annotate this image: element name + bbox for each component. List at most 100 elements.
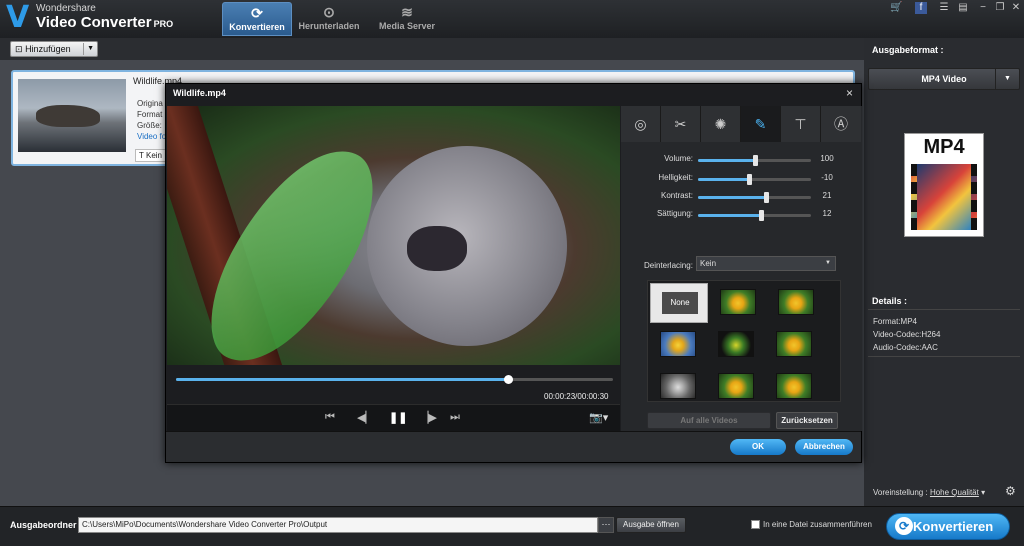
deinterlacing-value: Kein (700, 259, 717, 268)
tab-label: Herunterladen (298, 21, 360, 31)
seek-progress (176, 378, 509, 381)
magic-wand-icon[interactable]: ✎ (741, 106, 781, 142)
chevron-down-icon: ▼ (995, 69, 1019, 89)
tab-konvertieren[interactable]: ⟳ Konvertieren (222, 2, 292, 36)
effect-thumbnail[interactable] (718, 373, 754, 399)
chevron-down-icon[interactable]: ▼ (87, 42, 94, 56)
effect-thumbnail[interactable] (660, 331, 696, 357)
detail-audio-codec: Audio-Codec:AAC (873, 343, 938, 352)
detail-format: Format:MP4 (873, 317, 918, 326)
merge-checkbox[interactable] (751, 520, 760, 529)
playback-controls: ⏮ ◀▏ ❚❚ ▕▶ ⏭ 📷▾ (167, 404, 620, 431)
cart-icon[interactable]: 🛒 (890, 2, 902, 14)
open-output-button[interactable]: Ausgabe öffnen (616, 517, 686, 533)
detail-video-codec: Video-Codec:H264 (873, 330, 941, 339)
video-preview[interactable] (167, 106, 620, 365)
menu-icon[interactable]: ☰ (938, 2, 950, 14)
skip-forward-icon[interactable]: ⏭ (450, 411, 460, 424)
effect-thumbnail[interactable] (776, 331, 812, 357)
preset-select[interactable]: Hohe Qualität (930, 488, 979, 497)
divider (868, 356, 1020, 357)
format-thumbnail[interactable]: MP4 (904, 133, 984, 237)
deinterlacing-select[interactable]: Kein ▼ (696, 256, 836, 271)
dialog-title: Wildlife.mp4 (173, 88, 226, 98)
apply-all-button[interactable]: Auf alle Videos (647, 412, 771, 429)
timecode: 00:00:23/00:00:30 (544, 392, 609, 401)
slider-handle[interactable] (759, 210, 765, 221)
seek-bar[interactable] (176, 375, 613, 384)
chevron-down-icon[interactable]: ▾ (979, 488, 985, 497)
skip-back-icon[interactable]: ⏮ (325, 411, 335, 424)
format-thumbnail-label: MP4 (923, 136, 965, 158)
slider-value: 100 (820, 154, 834, 163)
watermark-icon[interactable]: Ⓐ (821, 106, 861, 142)
tab-herunterladen[interactable]: ⊙ Herunterladen (292, 2, 366, 36)
slider-fill (698, 159, 755, 162)
convert-icon: ⟳ (895, 517, 913, 535)
subtitle-icon: T (139, 151, 144, 160)
scissors-icon[interactable]: ✂ (661, 106, 701, 142)
step-back-icon[interactable]: ◀▏ (357, 411, 374, 424)
output-format-select[interactable]: MP4 Video ▼ (868, 68, 1020, 90)
effect-thumbnail[interactable] (720, 289, 756, 315)
slider-value: 21 (822, 191, 832, 200)
convert-label: Konvertieren (913, 519, 994, 534)
slider-handle[interactable] (746, 174, 752, 185)
effect-none[interactable]: None (650, 283, 708, 323)
step-forward-icon[interactable]: ▕▶ (420, 411, 437, 424)
close-window-icon[interactable]: ✕ (1010, 2, 1022, 14)
effect-thumbnail[interactable] (718, 331, 754, 357)
merge-label: In eine Datei zusammenführen (763, 520, 872, 529)
camera-icon[interactable]: 📷▾ (589, 411, 608, 424)
film-strip-icon (911, 164, 977, 230)
facebook-icon[interactable]: f (915, 2, 927, 14)
pause-icon[interactable]: ❚❚ (389, 411, 407, 424)
add-label: Hinzufügen (25, 44, 71, 54)
slider-brightness: Helligkeit: -10 (621, 173, 862, 187)
cancel-button[interactable]: Abbrechen (795, 439, 853, 455)
slider-saturation: Sättigung: 12 (621, 209, 862, 223)
brand-title: Video Converter PRO (36, 14, 173, 31)
slider-handle[interactable] (752, 155, 758, 166)
convert-button[interactable]: ⟳ Konvertieren (886, 513, 1010, 540)
reset-button[interactable]: Zurücksetzen (776, 412, 838, 429)
tab-label: Media Server (378, 21, 436, 31)
wifi-icon: ≋ (401, 4, 413, 20)
ok-button[interactable]: OK (730, 439, 786, 455)
chevron-down-icon: ▼ (825, 260, 831, 266)
close-icon[interactable]: × (846, 86, 853, 100)
browse-button[interactable]: ··· (598, 517, 614, 533)
file-info-line: Größe: (137, 121, 162, 130)
effect-thumbnail[interactable] (660, 373, 696, 399)
slider-track[interactable] (698, 174, 811, 185)
add-files-button[interactable]: ⊡ Hinzufügen ▼ (10, 41, 98, 57)
crop-icon[interactable]: ⊤ (781, 106, 821, 142)
thumbnail-subject (36, 105, 100, 127)
video-thumbnail[interactable] (18, 79, 126, 152)
edit-dialog: Wildlife.mp4 × 00:00:23/00:00:30 ⏮ ◀▏ ❚❚… (165, 83, 862, 463)
subtitle-icon[interactable]: ◎ (621, 106, 661, 142)
dialog-footer: OK Abbrechen (166, 431, 861, 462)
convert-icon: ⟳ (251, 5, 263, 21)
minimize-icon[interactable]: − (977, 2, 989, 14)
slider-track[interactable] (698, 155, 811, 166)
slider-track[interactable] (698, 210, 811, 221)
slider-track[interactable] (698, 192, 811, 203)
brightness-icon[interactable]: ✺ (701, 106, 741, 142)
divider (868, 309, 1020, 310)
slider-fill (698, 196, 766, 199)
preset-label: Voreinstellung : (873, 488, 928, 497)
preview-koala (367, 146, 567, 346)
effect-thumbnail[interactable] (778, 289, 814, 315)
slider-label: Volume: (664, 154, 693, 163)
output-path-field[interactable]: C:\Users\MiPo\Documents\Wondershare Vide… (78, 517, 598, 533)
tab-media-server[interactable]: ≋ Media Server (372, 2, 442, 36)
gear-icon[interactable]: ⚙ (1005, 484, 1016, 498)
slider-handle[interactable] (763, 192, 769, 203)
slider-fill (698, 214, 762, 217)
seek-handle[interactable] (504, 375, 514, 384)
feedback-icon[interactable]: ▤ (957, 2, 969, 14)
effect-thumbnail[interactable] (776, 373, 812, 399)
brand-name: Video Converter (36, 14, 152, 31)
maximize-icon[interactable]: ❐ (994, 2, 1006, 14)
